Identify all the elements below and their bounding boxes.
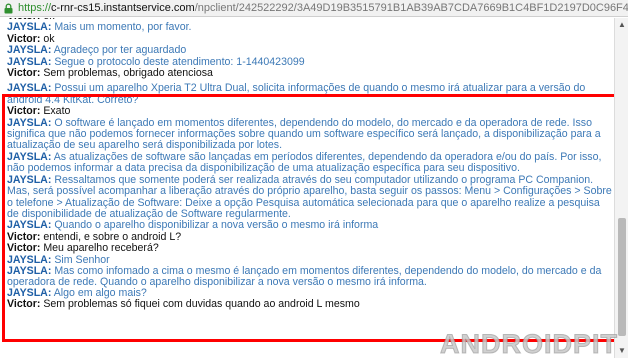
message-text: Sim Senhor (54, 253, 110, 266)
user-name: Victor: (7, 242, 41, 255)
agent-name: JAYSLA: (7, 173, 52, 186)
message-text: Quando o aparelho disponibilizar a nova … (54, 219, 379, 232)
url-scheme: https:// (18, 2, 52, 14)
agent-name: JAYSLA: (7, 116, 52, 129)
url-path: /npclient/242522292/3A49D19B3515791B1AB3… (194, 2, 628, 14)
agent-name: JAYSLA: (7, 55, 52, 68)
chat-message: JAYSLA: Possui um aparelho Xperia T2 Ult… (7, 83, 614, 106)
user-name: Victor: (7, 32, 41, 45)
chat-message: JAYSLA: Ressaltamos que somente poderá s… (7, 173, 614, 221)
messages-after: JAYSLA: Algo em algo mais? Victor: Sem pr… (7, 286, 614, 311)
user-name: Victor: (7, 67, 41, 80)
address-bar[interactable]: https:// c-rnr-cs15.instantservice.com /… (0, 0, 628, 17)
message-text: Segue o protocolo deste atendimento: 1-1… (54, 55, 305, 68)
agent-name: JAYSLA: (7, 264, 52, 277)
scrollbar[interactable]: ▲ ▼ (614, 18, 628, 358)
message-text: As atualizações de software são lançadas… (7, 150, 602, 175)
agent-name: JAYSLA: (7, 44, 52, 57)
agent-name: JAYSLA: (7, 253, 52, 266)
message-text: Ressaltamos que somente poderá ser reali… (7, 173, 612, 220)
androidpit-watermark: ANDROIDPIT (440, 329, 618, 358)
chat-message: Victor: Sem problemas, obrigado atencios… (7, 67, 614, 80)
message-text: Exato (43, 105, 71, 118)
message-text: Possui um aparelho Xperia T2 Ultra Dual,… (7, 82, 586, 106)
message-text: O software é lançado em momentos diferen… (7, 116, 601, 152)
message-text: Sem problemas só fiquei com duvidas quan… (43, 298, 360, 311)
message-text: Meu aparelho receberá? (43, 242, 159, 255)
user-name: Victor: (7, 105, 41, 118)
user-name: Victor: (7, 230, 41, 243)
message-text: Agradeço por ter aguardado (53, 44, 187, 57)
chat-message: JAYSLA: Mas como infomado a cima o mesmo… (7, 264, 614, 289)
highlighted-messages: JAYSLA: Possui um aparelho Xperia T2 Ult… (7, 83, 614, 289)
chat-message: JAYSLA: Mais um momento, por favor. (7, 22, 614, 33)
message-text: ok (43, 32, 55, 45)
messages-before: Victor: okJAYSLA: Mais um momento, por f… (7, 18, 614, 79)
scrollbar-thumb[interactable] (618, 218, 626, 336)
message-text: Mas como infomado a cima o mesmo é lança… (7, 264, 602, 289)
scroll-up-arrow-icon[interactable]: ▲ (617, 20, 627, 30)
chat-message: JAYSLA: As atualizações de software são … (7, 150, 614, 175)
agent-name: JAYSLA: (7, 82, 52, 95)
url-host: c-rnr-cs15.instantservice.com (51, 2, 195, 14)
agent-name: JAYSLA: (7, 219, 52, 232)
message-text: entendi, e sobre o android L? (43, 230, 182, 243)
scroll-down-arrow-icon[interactable]: ▼ (617, 346, 627, 356)
user-name: Victor: (7, 298, 41, 311)
agent-name: JAYSLA: (7, 150, 52, 163)
chat-message: Victor: Sem problemas só fiquei com duvi… (7, 298, 614, 311)
message-text: Mais um momento, por favor. (54, 21, 192, 34)
chat-transcript[interactable]: Victor: okJAYSLA: Mais um momento, por f… (0, 18, 614, 358)
agent-name: JAYSLA: (7, 286, 52, 299)
message-text: Sem problemas, obrigado atenciosa (43, 67, 213, 80)
agent-name: JAYSLA: (7, 21, 52, 34)
chat-message: JAYSLA: O software é lançado em momentos… (7, 116, 614, 152)
lock-icon (3, 3, 14, 14)
message-text: Algo em algo mais? (53, 286, 147, 299)
